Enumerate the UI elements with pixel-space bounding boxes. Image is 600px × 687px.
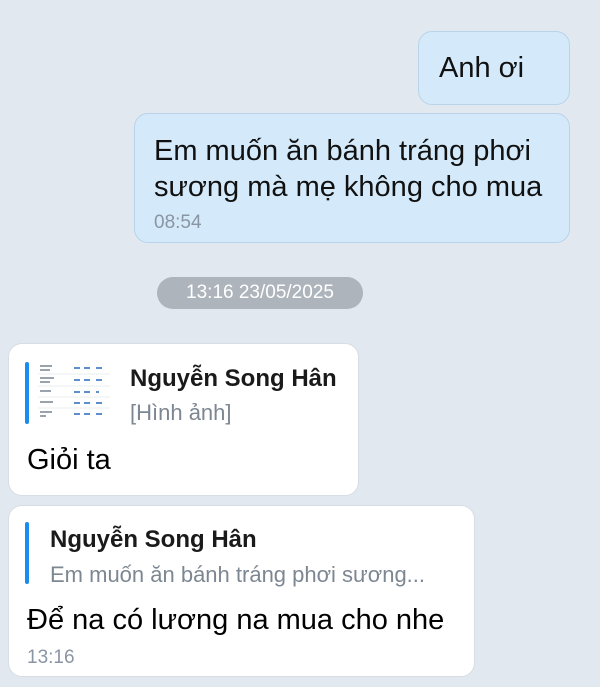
quote-preview-text: [Hình ảnh]: [130, 400, 232, 425]
date-separator: 13:16 23/05/2025: [157, 277, 363, 309]
quote-sender-name: Nguyễn Song Hân: [130, 365, 337, 392]
message-text-line: Em muốn ăn bánh tráng phơi: [154, 135, 531, 167]
message-bubble-outgoing[interactable]: Em muốn ăn bánh tráng phơi sương mà mẹ k…: [134, 113, 570, 243]
message-text: Để na có lương na mua cho nhe: [27, 604, 445, 636]
message-text: Giỏi ta: [27, 444, 111, 476]
quote-accent-bar: [25, 522, 29, 584]
message-bubble-outgoing[interactable]: Anh ơi: [418, 31, 570, 105]
message-text-line: sương mà mẹ không cho mua: [154, 171, 543, 203]
message-text: Anh ơi: [439, 52, 525, 84]
message-time: 13:16: [27, 647, 75, 668]
quote-accent-bar: [25, 362, 29, 424]
quote-sender-name: Nguyễn Song Hân: [50, 526, 257, 553]
quote-preview-text: Em muốn ăn bánh tráng phơi sương...: [50, 562, 426, 587]
quoted-image-thumbnail[interactable]: [38, 362, 110, 424]
table-image-icon: [38, 365, 110, 417]
message-time: 08:54: [154, 212, 202, 233]
